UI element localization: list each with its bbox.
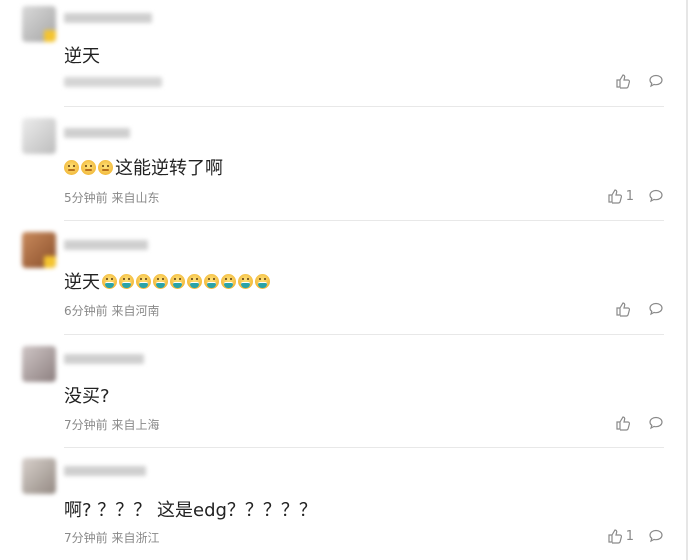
comment-bubble-icon[interactable] [648, 188, 664, 204]
grimace-emoji [102, 273, 117, 289]
thinking-emoji [64, 159, 79, 175]
grimace-emoji [221, 273, 236, 289]
grimace-emoji [238, 273, 253, 289]
grimace-emoji [119, 273, 134, 289]
thinking-emoji [81, 159, 96, 175]
avatar[interactable] [22, 458, 56, 494]
thumbs-up-icon [615, 415, 631, 431]
verified-badge-icon [44, 256, 56, 268]
divider [64, 334, 664, 335]
username-blurred[interactable] [64, 13, 152, 23]
avatar[interactable] [22, 118, 56, 154]
like-button[interactable] [615, 73, 634, 89]
thumbs-up-icon [607, 188, 623, 204]
comment-time: 6分钟前 [64, 304, 108, 318]
comment-location: 来自浙江 [111, 531, 160, 545]
comment-meta: 7分钟前 来自浙江 [64, 529, 159, 546]
divider [64, 220, 664, 221]
grimace-emoji [153, 273, 168, 289]
comment-bubble-icon[interactable] [648, 73, 664, 89]
comment-text: 啊? ？？？ 这是edg？？？？？ [64, 500, 317, 521]
avatar[interactable] [22, 232, 56, 268]
comment-time: 7分钟前 [64, 531, 108, 545]
avatar[interactable] [22, 6, 56, 42]
comment-bubble-icon[interactable] [648, 301, 664, 317]
thinking-emoji [98, 159, 113, 175]
comment-meta: 7分钟前 来自上海 [64, 416, 159, 433]
like-button[interactable]: 1 [607, 188, 634, 204]
comment-location: 来自上海 [111, 418, 160, 432]
comment-location: 来自山东 [111, 191, 160, 205]
comment-text: 没买? [64, 386, 110, 407]
username-blurred[interactable] [64, 240, 148, 250]
comment-time: 5分钟前 [64, 191, 108, 205]
username-blurred[interactable] [64, 128, 130, 138]
comment-location: 来自河南 [111, 304, 160, 318]
avatar[interactable] [22, 346, 56, 382]
comment-meta: 6分钟前 来自河南 [64, 302, 159, 319]
verified-badge-icon [44, 30, 56, 42]
comment-time: 7分钟前 [64, 418, 108, 432]
like-button[interactable] [615, 301, 634, 317]
grimace-emoji [204, 273, 219, 289]
thumbs-up-icon [607, 528, 623, 544]
comment-text: 这能逆转了啊 [64, 154, 223, 180]
divider [64, 106, 664, 107]
username-blurred[interactable] [64, 466, 146, 476]
grimace-emoji [136, 273, 151, 289]
grimace-emoji [170, 273, 185, 289]
like-count: 1 [625, 528, 634, 544]
username-blurred[interactable] [64, 354, 144, 364]
comment-text: 逆天 [64, 46, 100, 67]
comment-meta: 5分钟前 来自山东 [64, 189, 159, 206]
meta-blurred [64, 77, 162, 87]
comment-bubble-icon[interactable] [648, 528, 664, 544]
divider [64, 447, 664, 448]
like-button[interactable] [615, 415, 634, 431]
comment-bubble-icon[interactable] [648, 415, 664, 431]
like-button[interactable]: 1 [607, 528, 634, 544]
thumbs-up-icon [615, 73, 631, 89]
comment-text: 逆天 [64, 268, 272, 294]
grimace-emoji [187, 273, 202, 289]
grimace-emoji [255, 273, 270, 289]
thumbs-up-icon [615, 301, 631, 317]
like-count: 1 [625, 188, 634, 204]
